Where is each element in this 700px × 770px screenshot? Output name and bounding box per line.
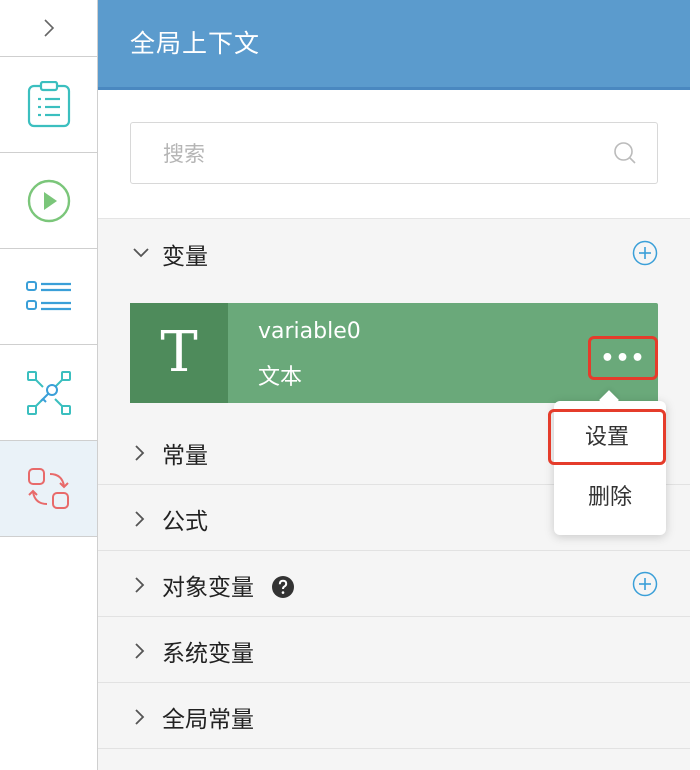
section-label: 系统变量 [162,641,254,667]
rail-item-checklist[interactable] [0,57,97,153]
rail-item-context[interactable] [0,441,97,537]
section-label: 常量 [162,443,208,469]
section-label-group: 对象变量 [162,568,295,602]
menu-item-settings[interactable]: 设置 [548,409,666,465]
panel-title: 全局上下文 [130,29,261,58]
rail-item-network[interactable] [0,345,97,441]
chevron-right-icon [43,19,54,37]
ellipsis-icon: ••• [600,345,646,371]
section-system-variables[interactable]: 系统变量 [98,617,690,683]
section-label: 对象变量 [162,575,254,601]
rail-item-list[interactable] [0,249,97,345]
section-variables[interactable]: 变量 [98,220,690,286]
add-circle-icon[interactable] [632,571,658,597]
variable-card[interactable]: T variable0 文本 ••• [130,303,658,403]
chevron-down-icon [133,248,149,258]
section-object-variables[interactable]: 对象变量 [98,551,690,617]
menu-item-delete[interactable]: 删除 [554,479,666,511]
section-global-constants[interactable]: 全局常量 [98,683,690,749]
section-label: 公式 [162,509,208,535]
chevron-right-icon [135,643,145,659]
scrollbar-track[interactable] [690,0,700,770]
section-label: 全局常量 [162,707,254,733]
chevron-right-icon [135,577,145,593]
rail-item-run[interactable] [0,153,97,249]
chevron-right-icon [135,511,145,527]
type-glyph: T [160,320,198,385]
search-box [130,122,658,184]
play-circle-icon [27,179,70,222]
rail-collapse-toggle[interactable] [0,0,97,57]
network-key-icon [26,370,71,415]
panel-header: 全局上下文 [98,0,690,90]
variable-type-label: 文本 [258,365,303,390]
chevron-right-icon [135,445,145,461]
more-options-button[interactable]: ••• [588,336,658,380]
checklist-icon [27,80,70,127]
search-input[interactable] [161,137,585,171]
chevron-right-icon [135,709,145,725]
variable-name: variable0 [258,319,361,344]
swap-shapes-icon [27,467,69,509]
left-rail [0,0,98,770]
list-icon [25,280,71,310]
help-icon[interactable] [271,575,295,599]
section-label: 变量 [162,244,208,270]
text-type-icon: T [130,303,228,403]
context-menu: 设置 删除 [548,390,666,535]
search-area [98,90,690,219]
add-circle-icon[interactable] [632,240,658,266]
global-context-panel: 全局上下文 变量 T variable0 文本 ••• [98,0,690,770]
search-icon[interactable] [613,141,637,165]
